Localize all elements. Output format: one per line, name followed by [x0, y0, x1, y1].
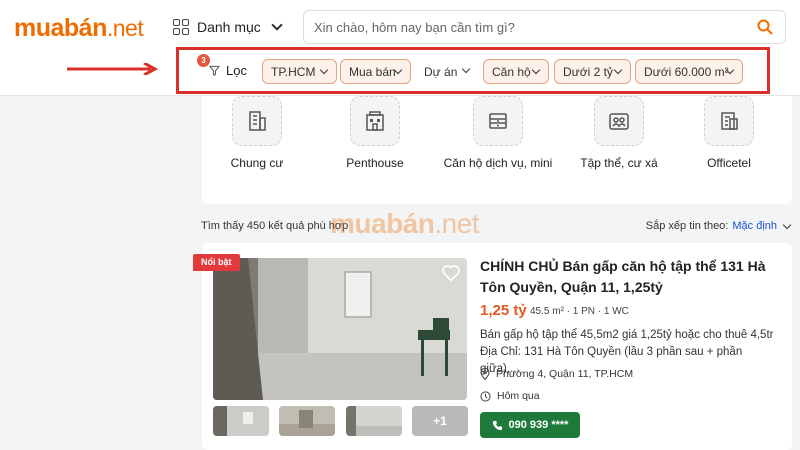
type-label: Tập thể, cư xá	[580, 156, 658, 170]
collective-housing-icon	[594, 96, 644, 146]
property-type-collective[interactable]: Tập thể, cư xá	[564, 96, 674, 172]
featured-badge: Nổi bật	[193, 254, 240, 271]
filter-chip-city[interactable]: TP.HCM	[262, 59, 337, 84]
category-label: Danh mục	[197, 19, 261, 35]
chip-label: Dưới 2 tỷ	[563, 64, 613, 79]
filter-chip-price[interactable]: Dưới 2 tỷ	[554, 59, 631, 84]
property-type-penthouse[interactable]: Penthouse	[320, 96, 430, 172]
phone-icon	[492, 420, 502, 430]
more-photos-button[interactable]: +1	[412, 406, 468, 436]
chip-label: Căn hộ	[492, 64, 531, 79]
property-type-officetel[interactable]: Officetel	[674, 96, 784, 172]
call-phone-button[interactable]: 090 939 ****	[480, 412, 580, 438]
listing-location: Phường 4, Quận 11, TP.HCM	[480, 368, 633, 380]
filter-chip-project[interactable]: Dự án	[416, 59, 478, 84]
apartment-icon	[232, 96, 282, 146]
chip-label: TP.HCM	[271, 64, 316, 79]
favorite-heart-icon[interactable]	[441, 264, 461, 282]
type-label: Chung cư	[230, 156, 284, 170]
search-input[interactable]	[314, 17, 734, 37]
location-pin-icon	[480, 368, 490, 380]
chevron-down-icon	[461, 64, 471, 74]
filter-chip-transaction[interactable]: Mua bán	[340, 59, 411, 84]
category-menu[interactable]: Danh mục	[173, 16, 283, 38]
room-photo	[213, 258, 467, 400]
site-logo[interactable]: muabán.net	[14, 14, 144, 42]
sort-value: Mặc định	[732, 220, 777, 232]
chevron-down-icon	[613, 65, 623, 75]
listing-thumbnail[interactable]	[346, 406, 402, 436]
listing-thumbnail[interactable]	[279, 406, 335, 436]
type-label: Căn hộ dịch vụ, mini	[443, 156, 553, 170]
results-count: Tìm thấy 450 kết quả phù hợp	[201, 220, 349, 232]
officetel-icon	[704, 96, 754, 146]
listing-main-photo[interactable]	[213, 258, 467, 400]
chip-label: Dưới 60.000 m²	[644, 64, 729, 79]
listing-specs: 45.5 m² · 1 PN · 1 WC	[530, 306, 629, 317]
listing-title[interactable]: CHÍNH CHỦ Bán gấp căn hộ tập thể 131 Hà …	[480, 256, 780, 298]
chip-label: Mua bán	[349, 64, 396, 79]
grid-icon	[173, 19, 189, 35]
location-text: Phường 4, Quận 11, TP.HCM	[496, 368, 634, 380]
phone-number: 090 939 ****	[508, 419, 569, 431]
listing-time: Hôm qua	[480, 390, 540, 402]
type-label: Officetel	[707, 156, 751, 170]
filter-chip-area[interactable]: Dưới 60.000 m²	[635, 59, 743, 84]
filter-label: Lọc	[226, 63, 247, 78]
search-icon[interactable]	[757, 19, 773, 35]
listing-thumbnail[interactable]	[213, 406, 269, 436]
chip-label: Dự án	[424, 64, 458, 79]
penthouse-icon	[350, 96, 400, 146]
filter-chip-type[interactable]: Căn hộ	[483, 59, 549, 84]
filter-button[interactable]: Lọc	[209, 63, 247, 78]
watermark-logo: muabán.net	[330, 208, 480, 239]
property-type-panel: Chung cư Penthouse Căn hộ dịch vụ, mini …	[202, 96, 792, 204]
posted-time: Hôm qua	[497, 390, 540, 402]
listing-price: 1,25 tỷ	[480, 302, 527, 319]
sort-control[interactable]: Sắp xếp tin theo: Mặc định	[645, 220, 792, 232]
property-type-apartment[interactable]: Chung cư	[202, 96, 312, 172]
serviced-apartment-icon	[473, 96, 523, 146]
chevron-down-icon	[271, 19, 283, 31]
property-type-serviced-apartment[interactable]: Căn hộ dịch vụ, mini	[438, 96, 558, 172]
sort-label: Sắp xếp tin theo:	[645, 220, 729, 232]
type-label: Penthouse	[346, 156, 404, 170]
chevron-down-icon	[531, 65, 541, 75]
chevron-down-icon	[782, 220, 792, 229]
annotation-arrow	[67, 63, 159, 75]
search-box	[303, 10, 786, 44]
chevron-down-icon	[319, 65, 329, 75]
filter-icon	[209, 65, 220, 76]
clock-icon	[480, 390, 491, 402]
